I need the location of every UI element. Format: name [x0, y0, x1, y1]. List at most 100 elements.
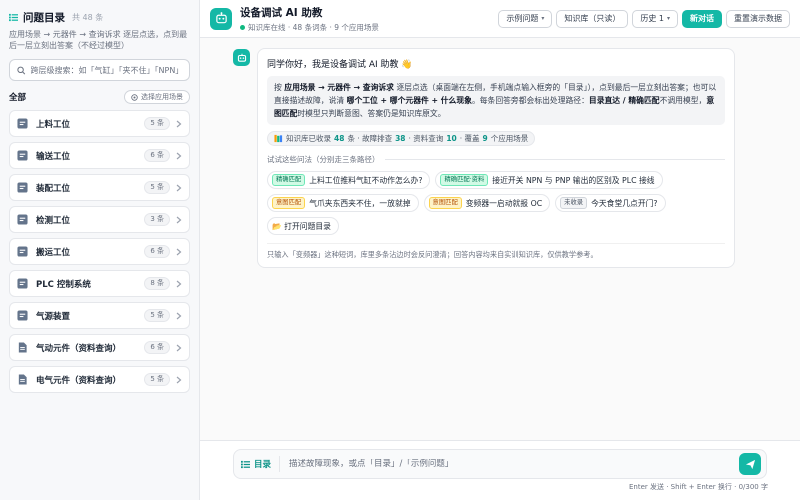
chip-text: 变频器一启动就报 OC: [465, 198, 543, 208]
stats-text: 知识库已收录: [286, 134, 331, 143]
chip-icon: [17, 150, 28, 161]
directory-label: 目录: [254, 460, 272, 470]
knowledge-base-button[interactable]: 知识库（只读）: [556, 9, 629, 28]
bot-avatar: [210, 7, 232, 30]
intro-text: 按: [274, 83, 285, 92]
chevron-down-icon: ▾: [666, 15, 670, 22]
sidebar-item-label: 装配工位: [36, 183, 71, 194]
stats-text: 条 · 故障排查: [347, 134, 393, 143]
stats-number: 38: [395, 134, 406, 143]
new-chat-button[interactable]: 新对话: [682, 9, 722, 28]
sidebar-item-handling[interactable]: 搬运工位 6 条: [9, 238, 190, 265]
sidebar-item-conveying[interactable]: 输送工位 6 条: [9, 142, 190, 169]
app-root: 问题目录 共 48 条 应用场景 → 元器件 → 查询诉求 逐层点选，点到最后一…: [0, 0, 800, 500]
search-input[interactable]: [30, 65, 182, 75]
chevron-right-icon: [176, 120, 182, 127]
intro-bold: 哪个工位 + 哪个元器件 + 什么现象: [346, 96, 472, 105]
assistant-message: 同学你好，我是设备调试 AI 助教 👋 按 应用场景 → 元器件 → 查询诉求 …: [257, 48, 735, 268]
sidebar-item-inspection[interactable]: 检测工位 3 条: [9, 206, 190, 233]
sidebar-item-label: PLC 控制系统: [36, 279, 91, 290]
stats-text: · 覆盖: [459, 134, 480, 143]
chip-icon: [17, 278, 28, 289]
suggestion-chips: 精确匹配 上料工位推料气缸不动作怎么办? 精确匹配·资料 接近开关 NPN 与 …: [267, 171, 725, 235]
robot-icon: [237, 53, 246, 62]
chevron-right-icon: [176, 280, 182, 287]
chip-icon: [17, 118, 28, 129]
sidebar-item-badge: 5 条: [144, 309, 170, 322]
sidebar-item-label: 气动元件（资料查询）: [36, 343, 122, 354]
new-chat-label: 新对话: [690, 14, 714, 23]
directory-button[interactable]: 目录: [241, 456, 281, 472]
suggestion-chip[interactable]: 意图匹配 变频器一启动就报 OC: [423, 194, 551, 212]
input-hint: Enter 发送 · Shift + Enter 换行 · 0/300 字: [628, 483, 768, 491]
message-input[interactable]: [280, 459, 739, 469]
chevron-down-icon: ▾: [541, 15, 545, 22]
examples-button[interactable]: 示例问题 ▾: [498, 9, 553, 28]
reset-demo-label: 重置演示数据: [734, 14, 782, 23]
path-tag: 精确匹配·资料: [440, 174, 489, 186]
sidebar-item-badge: 5 条: [144, 181, 170, 194]
chevron-right-icon: [176, 376, 182, 383]
document-icon: [18, 342, 27, 353]
sidebar-item-assembly[interactable]: 装配工位 5 条: [9, 174, 190, 201]
greeting-text: 同学你好，我是设备调试 AI 助教 👋: [267, 60, 413, 70]
sidebar-item-label: 检测工位: [36, 215, 71, 226]
status-line: 知识库在线 · 48 条词条 · 9 个应用场景: [240, 22, 498, 33]
kb-stats-badge: 知识库已收录 48 条 · 故障排查 38 · 资料查询 10 · 覆盖 9 个…: [267, 131, 536, 146]
sidebar-item-electrical-docs[interactable]: 电气元件（资料查询） 5 条: [9, 366, 190, 393]
chip-text: 接近开关 NPN 与 PNP 输出的区别及 PLC 接线: [492, 175, 655, 185]
stats-number: 9: [482, 134, 488, 143]
message-avatar: [233, 49, 250, 66]
page-title: 设备调试 AI 助教: [240, 6, 323, 19]
sidebar-item-air-source[interactable]: 气源装置 5 条: [9, 302, 190, 329]
intro-text: 不调用模型，: [659, 96, 707, 105]
select-scene-button[interactable]: 选择应用场景: [124, 90, 190, 104]
intro-text: 。每条回答旁都会标出处理路径：: [471, 96, 589, 105]
sidebar-item-label: 气源装置: [36, 311, 71, 322]
sidebar-item-badge: 6 条: [144, 149, 170, 162]
document-icon: [18, 374, 27, 385]
chip-icon: [17, 246, 28, 257]
suggestion-chip[interactable]: 未收录 今天食堂几点开门?: [555, 194, 666, 212]
chevron-right-icon: [176, 216, 182, 223]
category-list: 上料工位 5 条 输送工位 6 条 装配工位 5 条 检测工位 3 条 搬运工位…: [9, 110, 190, 393]
path-tag: 意图匹配: [428, 197, 462, 209]
sidebar-filter-row: 全部 选择应用场景: [9, 90, 190, 104]
send-button[interactable]: [739, 453, 761, 475]
reset-demo-button[interactable]: 重置演示数据: [726, 9, 790, 28]
stats-number: 10: [446, 134, 457, 143]
sidebar-header: 问题目录 共 48 条: [9, 10, 190, 25]
sidebar-item-label: 电气元件（资料查询）: [36, 375, 122, 386]
examples-label: 示例问题: [506, 14, 539, 23]
chevron-right-icon: [176, 312, 182, 319]
chip-icon: [17, 310, 28, 321]
suggestion-chip[interactable]: 精确匹配·资料 接近开关 NPN 与 PNP 输出的区别及 PLC 接线: [435, 171, 663, 189]
divider: [384, 159, 725, 160]
search-icon: [17, 66, 26, 74]
sidebar-item-plc[interactable]: PLC 控制系统 8 条: [9, 270, 190, 297]
filter-all-label: 全部: [9, 93, 27, 103]
suggestion-chip[interactable]: 意图匹配 气爪夹东西夹不住，一放就掉: [267, 194, 419, 212]
stats-text: 个应用场景: [490, 134, 529, 143]
chip-text: 气爪夹东西夹不住，一放就掉: [309, 198, 411, 208]
sidebar-item-pneumatic-docs[interactable]: 气动元件（资料查询） 6 条: [9, 334, 190, 361]
disclaimer-note: 只输入「变频器」这种短词，库里多条沾边时会反问澄清；回答内容均来自实训知识库，仅…: [267, 243, 725, 260]
open-directory-chip[interactable]: 📂 打开问题目录: [267, 217, 339, 235]
path-tag: 未收录: [560, 197, 588, 209]
suggestion-chip[interactable]: 精确匹配 上料工位推料气缸不动作怎么办?: [267, 171, 431, 189]
intro-panel: 按 应用场景 → 元器件 → 查询诉求 逐层点选（桌面端在左侧，手机端点输入框旁…: [267, 76, 725, 125]
sidebar-item-label: 上料工位: [36, 119, 71, 130]
sidebar-item-badge: 8 条: [144, 277, 170, 290]
online-dot-icon: [240, 24, 245, 30]
books-icon: [274, 134, 283, 143]
history-button[interactable]: 历史 1 ▾: [632, 9, 678, 28]
chip-icon: [17, 182, 28, 193]
history-label: 历史 1: [640, 14, 664, 23]
stats-text: · 资料查询: [408, 134, 444, 143]
topbar: 设备调试 AI 助教 知识库在线 · 48 条词条 · 9 个应用场景 示例问题…: [200, 0, 800, 38]
robot-icon: [215, 12, 227, 24]
list-icon: [9, 13, 18, 22]
sidebar-item-feeding[interactable]: 上料工位 5 条: [9, 110, 190, 137]
sidebar-count: 共 48 条: [72, 13, 104, 22]
sidebar-item-label: 输送工位: [36, 151, 71, 162]
